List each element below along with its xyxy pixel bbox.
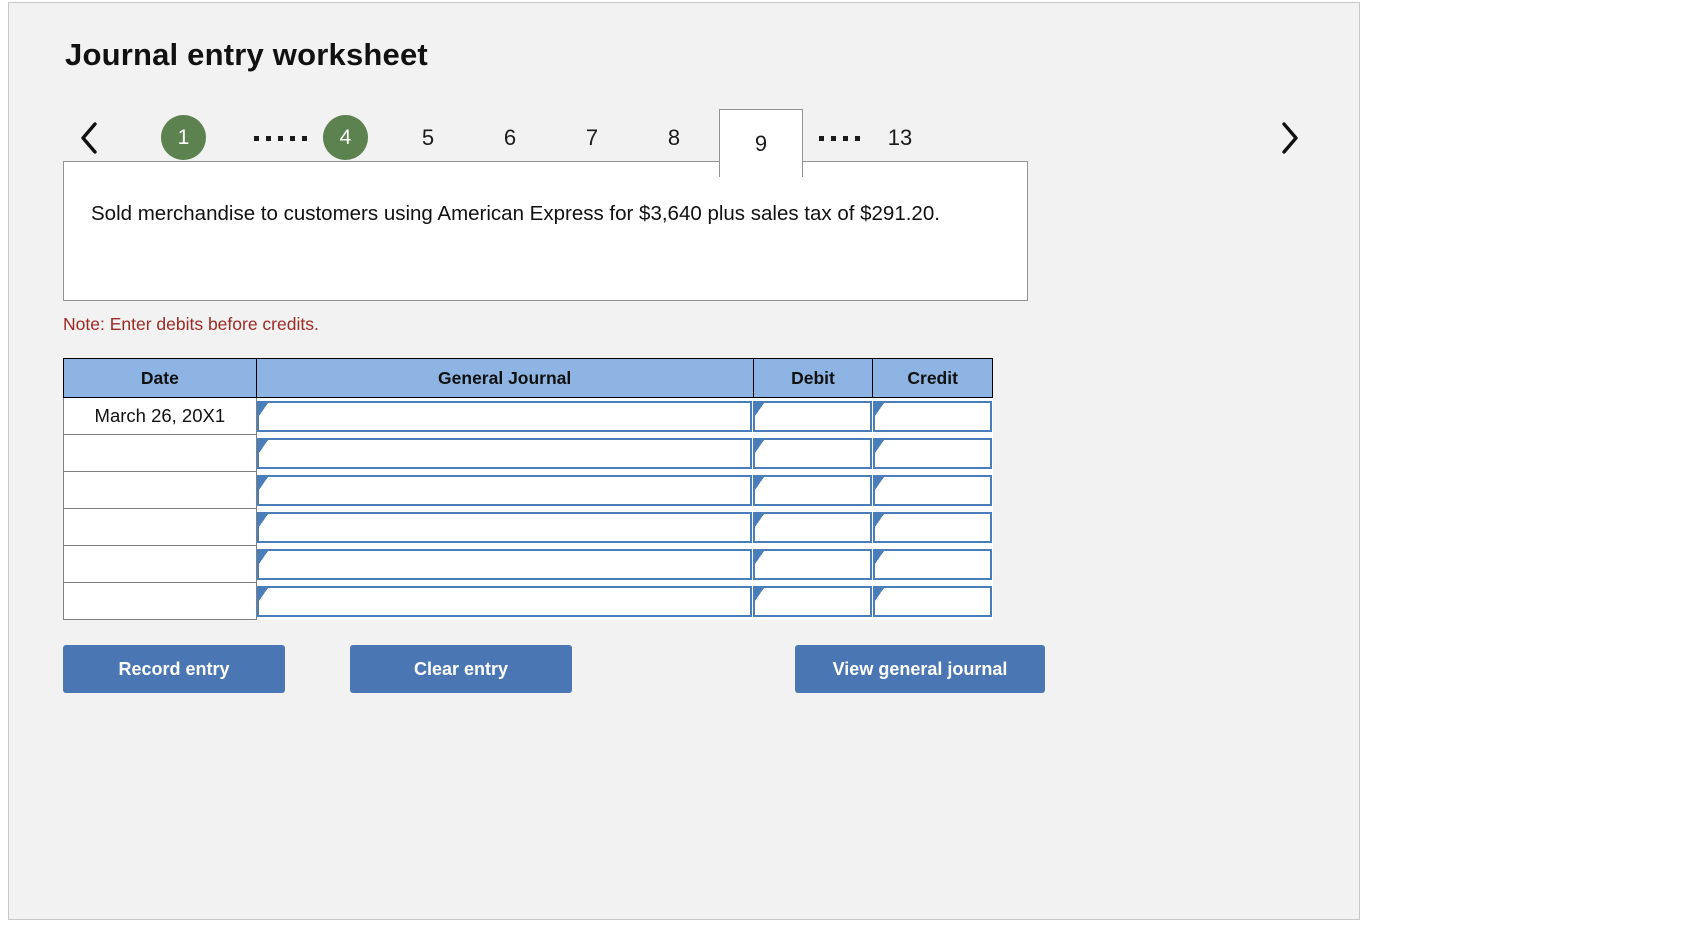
table-header-row: Date General Journal Debit Credit (63, 358, 993, 398)
previous-entry-button[interactable] (69, 109, 109, 167)
debit-input[interactable] (753, 437, 872, 469)
credit-input[interactable] (872, 548, 992, 580)
date-cell[interactable] (63, 582, 257, 620)
general-journal-input[interactable] (256, 474, 753, 506)
pager-item-label: 9 (754, 130, 768, 156)
pager-ellipsis-left (247, 109, 313, 167)
general-journal-input[interactable] (256, 548, 753, 580)
column-header-debit: Debit (752, 358, 874, 398)
table-row (63, 545, 993, 583)
general-journal-input-cell[interactable] (256, 508, 754, 546)
pager-item-13[interactable]: 13 (877, 109, 923, 167)
date-cell[interactable] (63, 545, 257, 583)
pager-item-label: 8 (667, 125, 681, 150)
pager-item-label: 7 (585, 125, 599, 150)
next-entry-button[interactable] (1270, 109, 1310, 167)
date-cell[interactable] (63, 508, 257, 546)
credit-input-cell[interactable] (872, 434, 993, 472)
chevron-right-icon (1279, 121, 1301, 155)
debit-input[interactable] (753, 511, 872, 543)
journal-entry-worksheet-panel: Journal entry worksheet 1 4 5 6 7 8 9 13… (8, 2, 1360, 920)
pager-item-8[interactable]: 8 (651, 109, 697, 167)
debit-input-cell[interactable] (753, 582, 873, 620)
table-row (63, 434, 993, 472)
pager-item-9-active[interactable]: 9 (719, 109, 803, 177)
general-journal-input-cell[interactable] (256, 434, 754, 472)
pager-ellipsis-right (809, 109, 869, 167)
table-row (63, 471, 993, 509)
pager-item-label: 5 (421, 125, 435, 150)
table-row (63, 582, 993, 620)
debit-input[interactable] (753, 548, 872, 580)
clear-entry-button[interactable]: Clear entry (350, 645, 572, 693)
column-header-credit: Credit (872, 358, 993, 398)
table-row: March 26, 20X1 (63, 397, 993, 435)
credit-input-cell[interactable] (872, 397, 993, 435)
credit-input-cell[interactable] (872, 582, 993, 620)
column-header-date: Date (63, 358, 257, 398)
chevron-left-icon (78, 121, 100, 155)
pager-item-label: 4 (339, 125, 352, 149)
date-cell[interactable] (63, 471, 257, 509)
pager-item-6[interactable]: 6 (487, 109, 533, 167)
page-title: Journal entry worksheet (65, 37, 428, 72)
credit-input-cell[interactable] (872, 545, 993, 583)
credit-input[interactable] (872, 511, 992, 543)
general-journal-input[interactable] (256, 585, 753, 617)
pager-item-5[interactable]: 5 (405, 109, 451, 167)
credit-input[interactable] (872, 474, 992, 506)
general-journal-input-cell[interactable] (256, 471, 754, 509)
table-row (63, 508, 993, 546)
general-journal-input-cell[interactable] (256, 545, 754, 583)
general-journal-input-cell[interactable] (256, 582, 754, 620)
debit-input[interactable] (753, 474, 872, 506)
credit-input[interactable] (872, 437, 992, 469)
date-cell[interactable] (63, 434, 257, 472)
pager-item-label: 1 (177, 125, 190, 149)
debit-input-cell[interactable] (753, 545, 873, 583)
debit-input-cell[interactable] (753, 397, 873, 435)
credit-input-cell[interactable] (872, 508, 993, 546)
debit-input-cell[interactable] (753, 508, 873, 546)
pager-item-7[interactable]: 7 (569, 109, 615, 167)
date-cell[interactable]: March 26, 20X1 (63, 397, 257, 435)
record-entry-button[interactable]: Record entry (63, 645, 285, 693)
pager-item-4[interactable]: 4 (323, 115, 368, 160)
view-general-journal-button[interactable]: View general journal (795, 645, 1045, 693)
credit-input-cell[interactable] (872, 471, 993, 509)
credit-input[interactable] (872, 585, 992, 617)
journal-entry-table: Date General Journal Debit Credit March … (63, 358, 993, 620)
general-journal-input[interactable] (256, 400, 753, 432)
debit-input[interactable] (753, 400, 872, 432)
debit-input-cell[interactable] (753, 434, 873, 472)
debit-input-cell[interactable] (753, 471, 873, 509)
pager-item-label: 13 (887, 125, 913, 150)
column-header-general-journal: General Journal (255, 358, 754, 398)
transaction-description-text: Sold merchandise to customers using Amer… (91, 202, 940, 225)
pager-item-1[interactable]: 1 (161, 115, 206, 160)
general-journal-input[interactable] (256, 511, 753, 543)
debits-before-credits-note: Note: Enter debits before credits. (63, 314, 319, 334)
credit-input[interactable] (872, 400, 992, 432)
debit-input[interactable] (753, 585, 872, 617)
transaction-description-box: Sold merchandise to customers using Amer… (63, 161, 1028, 301)
pager-item-label: 6 (503, 125, 517, 150)
general-journal-input-cell[interactable] (256, 397, 754, 435)
general-journal-input[interactable] (256, 437, 753, 469)
